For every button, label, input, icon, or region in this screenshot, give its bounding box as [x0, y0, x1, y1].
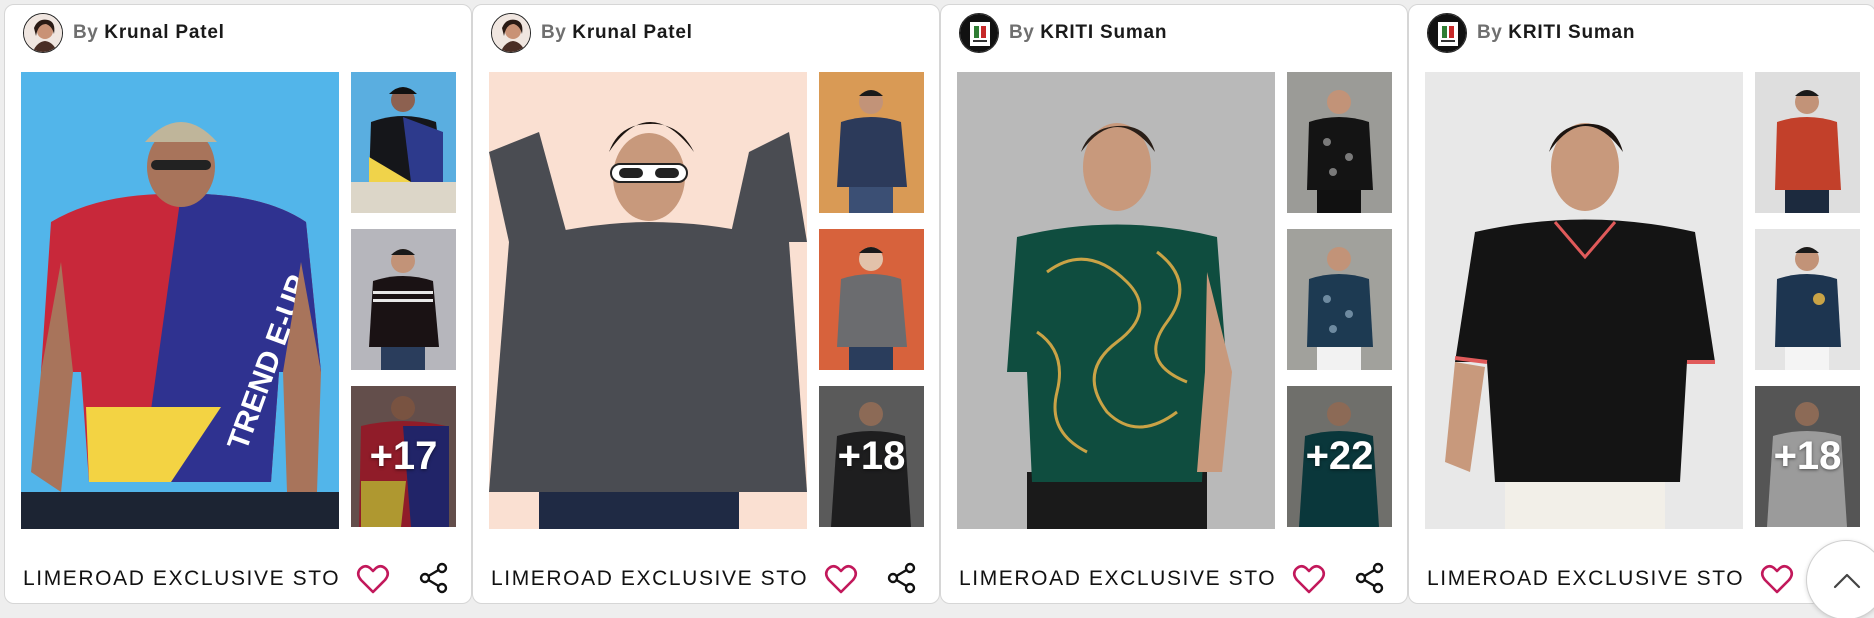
card-footer: LIMEROAD EXCLUSIVE STORE [959, 561, 1399, 597]
wishlist-heart-icon[interactable] [823, 561, 859, 597]
share-icon[interactable] [1353, 561, 1387, 595]
author-name[interactable]: Krunal Patel [572, 22, 692, 44]
by-label: By [1477, 22, 1503, 43]
by-label: By [73, 22, 99, 43]
author-avatar[interactable] [491, 13, 531, 53]
product-card[interactable]: By Krunal Patel TREND E-UP +17 LIMEROAD … [4, 4, 472, 604]
by-label: By [1009, 22, 1035, 43]
store-name[interactable]: LIMEROAD EXCLUSIVE STORE [23, 567, 341, 591]
by-label: By [541, 22, 567, 43]
author-avatar[interactable] [1427, 13, 1467, 53]
scroll-to-top-button[interactable] [1806, 540, 1874, 618]
thumbnail-image[interactable] [819, 72, 924, 213]
card-header: By Krunal Patel [23, 13, 225, 53]
main-product-image[interactable] [1425, 72, 1743, 529]
card-footer: LIMEROAD EXCLUSIVE STORE [23, 561, 463, 597]
wishlist-heart-icon[interactable] [355, 561, 391, 597]
store-name[interactable]: LIMEROAD EXCLUSIVE STORE [491, 567, 809, 591]
card-footer: LIMEROAD EXCLUSIVE STORE [491, 561, 931, 597]
thumbnail-image[interactable]: +18 [819, 386, 924, 527]
more-images-badge[interactable]: +18 [819, 386, 924, 527]
main-product-image[interactable]: TREND E-UP [21, 72, 339, 529]
share-icon[interactable] [417, 561, 451, 595]
wishlist-heart-icon[interactable] [1291, 561, 1327, 597]
author-name[interactable]: KRITI Suman [1040, 22, 1167, 44]
store-name[interactable]: LIMEROAD EXCLUSIVE STORE [959, 567, 1277, 591]
store-name[interactable]: LIMEROAD EXCLUSIVE STORE [1427, 567, 1745, 591]
thumbnail-image[interactable] [819, 229, 924, 370]
main-product-image[interactable] [957, 72, 1275, 529]
card-header: By KRITI Suman [959, 13, 1167, 53]
author-avatar[interactable] [959, 13, 999, 53]
thumbnail-image[interactable] [1755, 229, 1860, 370]
thumbnail-image[interactable] [351, 72, 456, 213]
author-name[interactable]: KRITI Suman [1508, 22, 1635, 44]
thumbnail-image[interactable] [351, 229, 456, 370]
author-name[interactable]: Krunal Patel [104, 22, 224, 44]
more-images-badge[interactable]: +18 [1755, 386, 1860, 527]
main-product-image[interactable] [489, 72, 807, 529]
more-images-badge[interactable]: +17 [351, 386, 456, 527]
product-card[interactable]: By KRITI Suman +18 LIMEROAD EXCLUSIVE ST… [1408, 4, 1874, 604]
product-card[interactable]: By KRITI Suman +22 LIMEROAD EXCLUSIVE ST… [940, 4, 1408, 604]
share-icon[interactable] [885, 561, 919, 595]
thumbnail-image[interactable]: +22 [1287, 386, 1392, 527]
card-footer: LIMEROAD EXCLUSIVE STORE [1427, 561, 1867, 597]
thumbnail-image[interactable] [1287, 72, 1392, 213]
card-header: By KRITI Suman [1427, 13, 1635, 53]
chevron-up-icon [1807, 541, 1874, 618]
more-images-badge[interactable]: +22 [1287, 386, 1392, 527]
author-avatar[interactable] [23, 13, 63, 53]
wishlist-heart-icon[interactable] [1759, 561, 1795, 597]
product-card[interactable]: By Krunal Patel +18 LIMEROAD EXCLUSIVE S… [472, 4, 940, 604]
thumbnail-image[interactable]: +17 [351, 386, 456, 527]
thumbnail-image[interactable] [1287, 229, 1392, 370]
thumbnail-image[interactable]: +18 [1755, 386, 1860, 527]
thumbnail-image[interactable] [1755, 72, 1860, 213]
card-header: By Krunal Patel [491, 13, 693, 53]
